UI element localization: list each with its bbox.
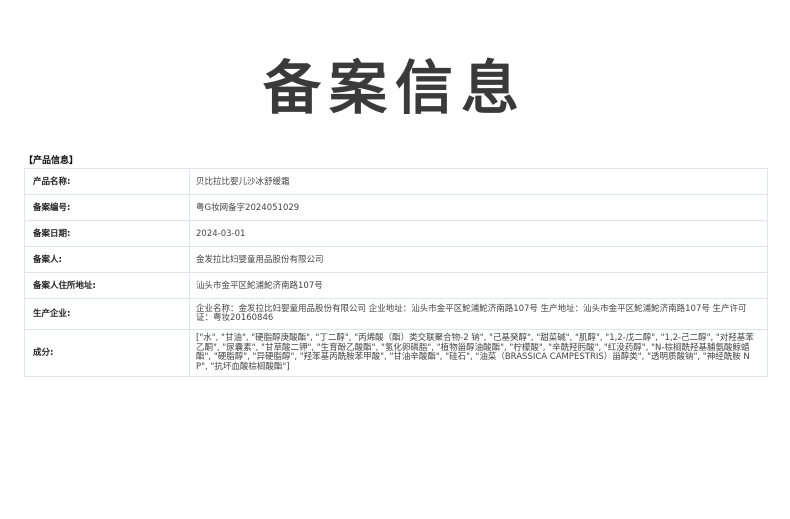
table-row-registration-date: 备案日期: 2024-03-01 [24,220,768,247]
row-value: ["水", "甘油", "硬脂醇庚酸酯", "丁二醇", "丙烯酸（酯）类交联聚… [189,329,768,377]
page-title: 备案信息 [262,54,527,122]
table-row-registrant-address: 备案人住所地址: 汕头市金平区鮀浦鮀济南路107号 [24,272,768,299]
row-label: 备案编号: [24,194,190,221]
row-label: 生产企业: [24,298,190,330]
table-row-manufacturer: 生产企业: 企业名称：金发拉比妇婴童用品股份有限公司 企业地址：汕头市金平区鮀浦… [24,298,768,330]
table-row-registrant: 备案人: 金发拉比妇婴童用品股份有限公司 [24,246,768,273]
table-row-product-name: 产品名称: 贝比拉比婴儿沙冰舒缓霜 [24,168,768,195]
row-label: 备案人住所地址: [24,272,190,299]
row-value: 金发拉比妇婴童用品股份有限公司 [189,246,768,273]
row-value: 粤G妆网备字2024051029 [189,194,768,221]
product-info-table: 产品名称: 贝比拉比婴儿沙冰舒缓霜 备案编号: 粤G妆网备字2024051029… [24,168,768,377]
row-label: 产品名称: [24,168,190,195]
row-value: 企业名称：金发拉比妇婴童用品股份有限公司 企业地址：汕头市金平区鮀浦鮀济南路10… [189,298,768,330]
table-row-ingredients: 成分: ["水", "甘油", "硬脂醇庚酸酯", "丁二醇", "丙烯酸（酯）… [24,329,768,377]
row-value: 2024-03-01 [189,220,768,247]
row-label: 成分: [24,329,190,377]
row-value: 汕头市金平区鮀浦鮀济南路107号 [189,272,768,299]
row-label: 备案人: [24,246,190,273]
row-value: 贝比拉比婴儿沙冰舒缓霜 [189,168,768,195]
section-label: 【产品信息】 [24,156,79,166]
row-label: 备案日期: [24,220,190,247]
table-row-registration-number: 备案编号: 粤G妆网备字2024051029 [24,194,768,221]
